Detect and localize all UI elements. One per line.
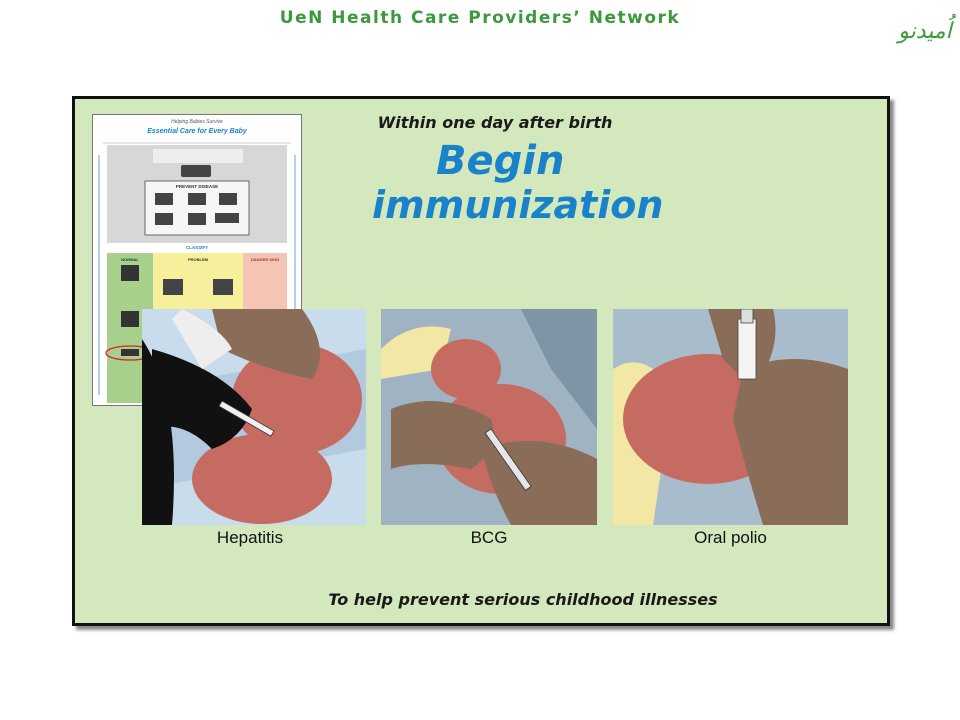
oral-polio-caption: Oral polio (694, 528, 767, 547)
chart-col-problem: PROBLEM (188, 257, 209, 262)
network-header: UeN Health Care Providers’ Network (279, 8, 681, 28)
hepatitis-caption: Hepatitis (216, 528, 284, 547)
omid-no-logo: اُمیدنو (893, 8, 957, 52)
slide-title-line1: Begin (436, 138, 565, 184)
chart-section-classify: CLASSIFY (186, 245, 208, 250)
oral-polio-vaccination-image (613, 309, 848, 525)
slide-title-line2: immunization (372, 183, 664, 227)
bcg-caption: BCG (470, 528, 508, 547)
logo-text: اُمیدنو (895, 13, 956, 44)
slide-footer: To help prevent serious childhood illnes… (328, 590, 718, 609)
bcg-vaccination-image (381, 309, 597, 525)
chart-col-danger: DANGER SIGN (251, 257, 279, 262)
chart-section-prevent: PREVENT DISEASE (176, 184, 218, 189)
chart-col-normal: NORMAL (121, 257, 139, 262)
hepatitis-vaccination-image (142, 309, 366, 525)
chart-top-label: Helping Babies Survive (171, 119, 223, 125)
chart-title: Essential Care for Every Baby (147, 128, 248, 135)
